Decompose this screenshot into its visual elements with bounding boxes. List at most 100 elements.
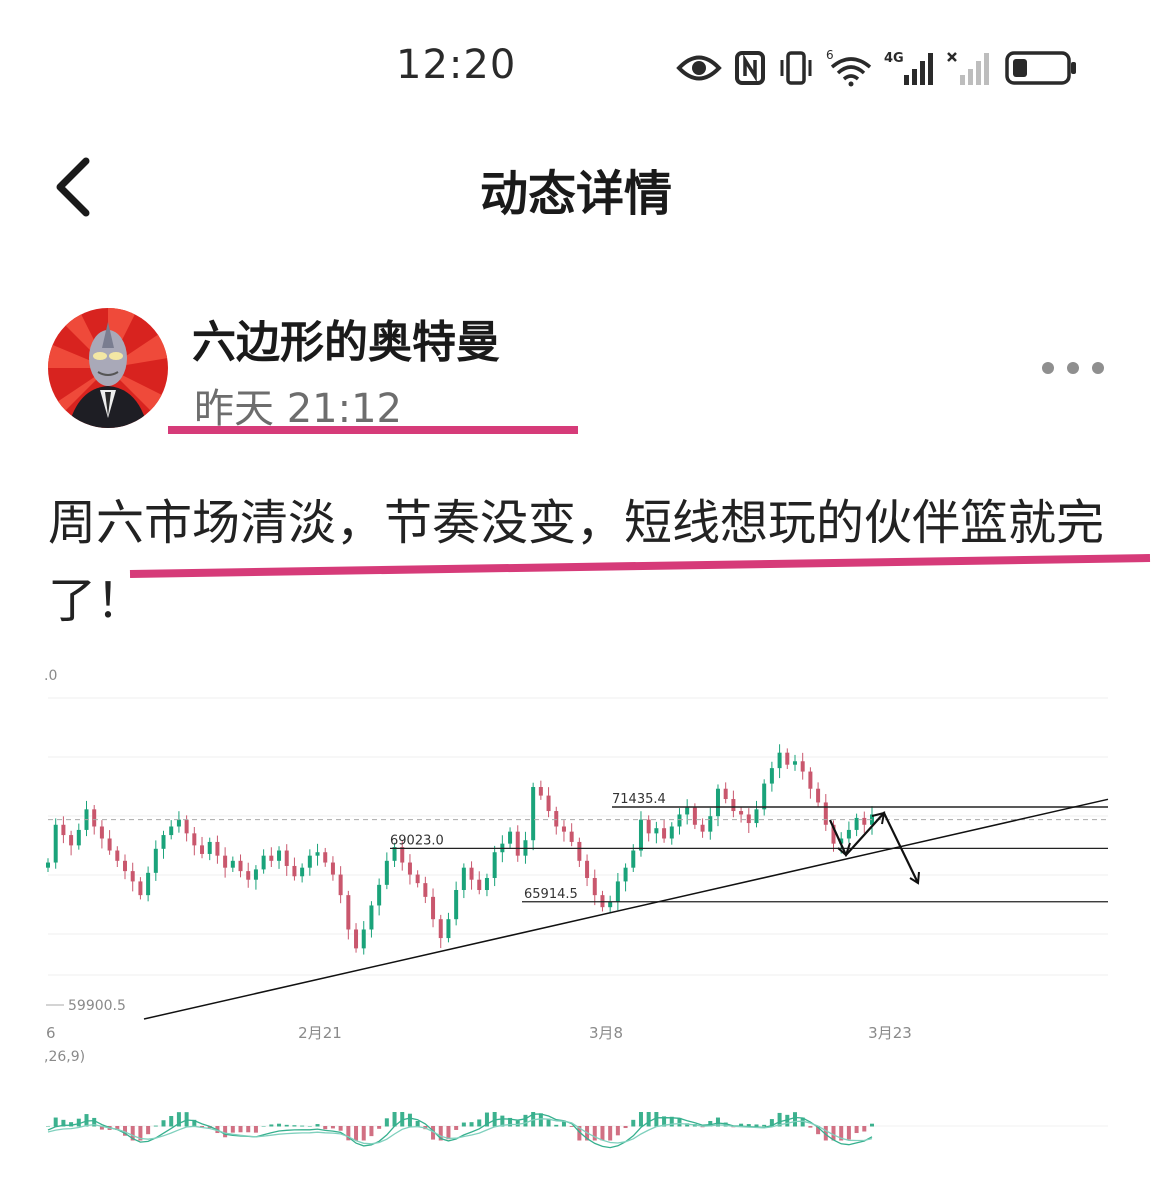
- candle-body: [515, 831, 520, 856]
- candle-body: [138, 881, 143, 896]
- avatar-image: [48, 308, 168, 428]
- macd-bar: [569, 1126, 574, 1127]
- candle-body: [461, 867, 466, 891]
- candle-body: [739, 811, 744, 815]
- macd-bar: [361, 1126, 366, 1141]
- candle-body: [369, 905, 374, 930]
- candle-body: [546, 795, 551, 812]
- signal-4g-icon: 4G: [884, 51, 933, 85]
- candle-body: [585, 860, 590, 878]
- candle-body: [146, 872, 151, 896]
- post-time: 昨天 21:12: [194, 386, 402, 432]
- candle-body: [854, 817, 859, 830]
- candle-body: [654, 828, 659, 834]
- levels-layer: 71435.4 69023.0 65914.5 59900.5: [46, 792, 1109, 1020]
- candle-body: [153, 848, 158, 873]
- candle-body: [554, 811, 559, 827]
- macd-bar: [169, 1116, 174, 1127]
- macd-bar: [623, 1126, 628, 1129]
- x-tick-label: 3月23: [868, 1024, 912, 1042]
- macd-bar: [53, 1117, 58, 1127]
- candle-body: [61, 824, 66, 836]
- candle-body: [531, 787, 536, 841]
- candle-body: [816, 788, 821, 803]
- candle-body: [700, 824, 705, 832]
- candle-body: [377, 884, 382, 906]
- candle-body: [415, 874, 420, 884]
- macd-bar: [161, 1120, 166, 1127]
- candle-body: [207, 841, 212, 854]
- macd-bar: [253, 1126, 258, 1133]
- candle-body: [192, 833, 197, 846]
- level-label-71435: 71435.4: [612, 792, 666, 807]
- candle-body: [200, 845, 205, 854]
- candle-body: [438, 919, 443, 939]
- avatar[interactable]: [48, 308, 168, 428]
- macd-bar: [46, 1126, 50, 1127]
- macd-bar: [292, 1125, 297, 1127]
- macd-bar: [808, 1126, 813, 1128]
- more-dots-icon: [1067, 362, 1079, 374]
- candle-body: [307, 855, 312, 868]
- candle-body: [69, 835, 74, 846]
- candles-layer: [46, 744, 874, 955]
- candle-body: [46, 862, 50, 868]
- more-button[interactable]: [1042, 360, 1104, 376]
- more-dots-icon: [1092, 362, 1104, 374]
- macd-bar: [477, 1119, 482, 1127]
- candle-body: [492, 852, 497, 878]
- macd-bar: [354, 1126, 359, 1141]
- candle-body: [292, 865, 297, 877]
- candle-body: [338, 874, 343, 896]
- indicator-label: ,26,9): [44, 1049, 85, 1065]
- macd-bar: [469, 1122, 474, 1127]
- candle-body: [392, 847, 397, 861]
- macd-bar: [377, 1126, 382, 1129]
- candle-body: [769, 768, 774, 784]
- candle-body: [631, 850, 636, 868]
- candle-body: [785, 752, 790, 765]
- candle-body: [569, 831, 574, 842]
- macd-bar: [330, 1126, 335, 1129]
- candle-body: [708, 816, 713, 832]
- x-tick-label: 2月21: [298, 1024, 342, 1042]
- candle-body: [354, 929, 359, 949]
- x-ticks-layer: 6 2月21 3月8 3月23: [46, 1024, 912, 1042]
- candle-body: [685, 807, 690, 815]
- macd-bar: [76, 1118, 81, 1127]
- candle-body: [230, 860, 235, 868]
- candle-body: [330, 862, 335, 875]
- macd-bar: [762, 1124, 767, 1127]
- author-name[interactable]: 六边形的奥特曼: [192, 306, 500, 370]
- candle-body: [184, 819, 189, 834]
- macd-bar: [538, 1113, 543, 1127]
- y-top-label: .0: [44, 668, 57, 684]
- x-tick-label: 3月8: [589, 1024, 623, 1042]
- macd-bar: [461, 1122, 466, 1127]
- macd-bar: [454, 1126, 459, 1130]
- macd-bar: [338, 1126, 343, 1131]
- wifi-icon: 6: [826, 49, 872, 87]
- macd-bar: [446, 1126, 451, 1140]
- macd-bar: [592, 1126, 597, 1141]
- candle-body: [169, 826, 174, 836]
- macd-bar: [315, 1124, 320, 1127]
- more-dots-icon: [1042, 362, 1054, 374]
- post-text-line: 周六市场清淡，节奏没变，短线想玩的伙伴篮就完: [48, 495, 1105, 551]
- candle-body: [176, 819, 181, 827]
- status-icons: 6 4G: [676, 46, 1078, 90]
- candle-body: [92, 809, 97, 827]
- candle-body: [246, 871, 251, 880]
- macd-bar: [854, 1126, 859, 1134]
- vibrate-icon: [780, 51, 812, 85]
- candle-body: [284, 850, 289, 866]
- price-chart[interactable]: .0 71435.4 69023.0 65914.5 59900.5 6 2月21 3月8…: [0, 640, 1152, 1187]
- status-time: 12:20: [396, 42, 517, 88]
- trendline: [143, 798, 1109, 1020]
- candle-body: [623, 867, 628, 882]
- macd-bar: [638, 1112, 643, 1127]
- post-text: 周六市场清淡，节奏没变，短线想玩的伙伴篮就完 了！: [48, 484, 1118, 640]
- macd-bar: [284, 1124, 289, 1127]
- candle-body: [431, 896, 436, 920]
- level-label-69023: 69023.0: [390, 833, 444, 848]
